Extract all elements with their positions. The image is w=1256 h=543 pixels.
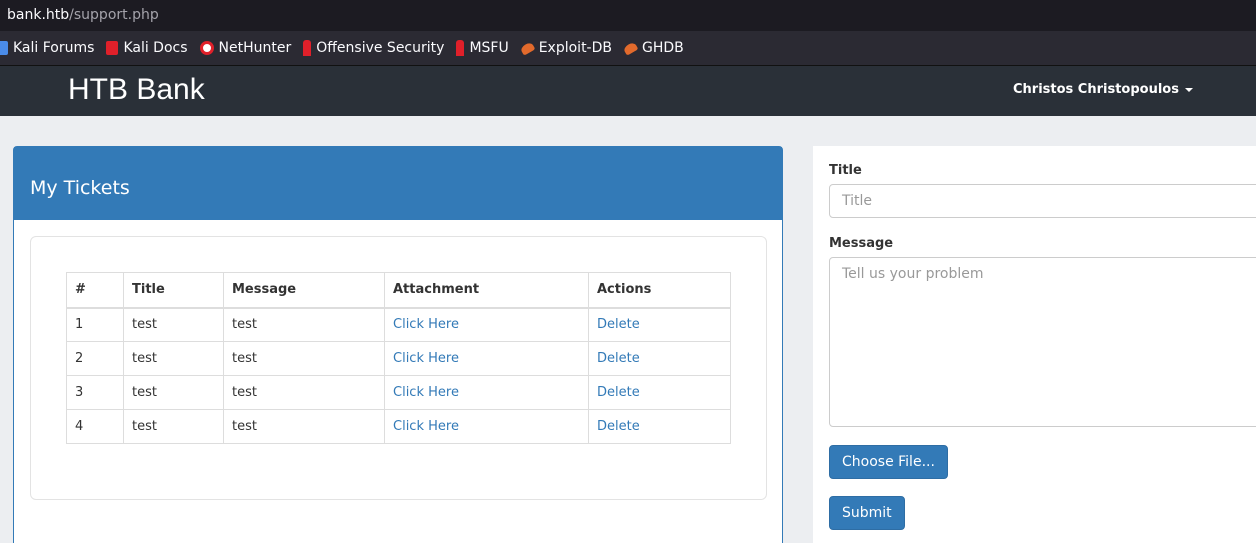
ticket-message: test [223,307,385,342]
user-menu[interactable]: Christos Christopoulos [1013,82,1193,97]
column-header: Title [123,272,224,309]
attachment-link[interactable]: Click Here [393,317,459,332]
url-path: /support.php [69,7,159,23]
bookmark-ghdb[interactable]: GHDB [622,40,684,56]
msfu-icon [456,40,465,56]
column-header: Message [223,272,385,309]
site-navbar: HTB Bank Christos Christopoulos [0,66,1256,116]
table-row: 2 test test Click Here Delete [66,341,731,376]
bookmark-exploit-db[interactable]: Exploit-DB [519,40,612,56]
title-input[interactable]: Title [829,184,1256,218]
user-name: Christos Christopoulos [1013,82,1179,97]
kali-docs-icon [106,41,119,55]
bookmark-kali-docs[interactable]: Kali Docs [106,40,188,56]
submit-button[interactable]: Submit [829,496,905,530]
address-bar[interactable]: bank.htb/support.php [0,0,1256,31]
choose-file-button[interactable]: Choose File... [829,445,948,479]
nethunter-icon [199,41,214,55]
bookmark-label: Kali Forums [13,40,95,56]
new-ticket-form: Title Title Message Tell us your problem… [813,146,1256,543]
tickets-panel: My Tickets # Title Message Attachment Ac… [13,146,783,543]
bookmark-offensive-security[interactable]: Offensive Security [303,40,444,56]
ticket-title: test [123,341,224,376]
bookmarks-toolbar: Kali Forums Kali Docs NetHunter Offensiv… [0,31,1256,66]
ticket-number: 4 [66,409,124,444]
ticket-message: test [223,341,385,376]
attachment-link[interactable]: Click Here [393,419,459,434]
bookmark-kali-forums[interactable]: Kali Forums [0,40,94,56]
table-row: 4 test test Click Here Delete [66,409,731,444]
delete-link[interactable]: Delete [597,317,640,332]
ticket-number: 2 [66,341,124,376]
brand-logo[interactable]: HTB Bank [68,73,205,107]
caret-down-icon [1184,87,1193,92]
kali-forums-icon [0,41,8,55]
delete-link[interactable]: Delete [597,385,640,400]
table-header-row: # Title Message Attachment Actions [66,272,731,309]
exploit-db-icon [519,40,536,56]
ticket-message: test [223,375,385,410]
table-row: 1 test test Click Here Delete [66,307,731,342]
title-label: Title [829,163,862,178]
message-label: Message [829,236,894,251]
ghdb-icon [622,40,639,56]
attachment-link[interactable]: Click Here [393,385,459,400]
ticket-title: test [123,409,224,444]
bookmark-label: Kali Docs [123,40,188,56]
offsec-icon [303,40,312,56]
table-row: 3 test test Click Here Delete [66,375,731,410]
ticket-message: test [223,409,385,444]
ticket-title: test [123,307,224,342]
delete-link[interactable]: Delete [597,351,640,366]
bookmark-label: Exploit-DB [538,40,612,56]
column-header: Attachment [384,272,589,309]
bookmark-label: NetHunter [218,40,292,56]
tickets-table: # Title Message Attachment Actions 1 tes… [66,272,731,444]
bookmark-msfu[interactable]: MSFU [456,40,509,56]
url-host: bank.htb [7,7,70,23]
delete-link[interactable]: Delete [597,419,640,434]
bookmark-label: Offensive Security [316,40,445,56]
ticket-number: 3 [66,375,124,410]
bookmark-label: GHDB [642,40,684,56]
ticket-title: test [123,375,224,410]
bookmark-nethunter[interactable]: NetHunter [199,40,292,56]
tickets-container: # Title Message Attachment Actions 1 tes… [30,236,767,500]
column-header: Actions [588,272,731,309]
message-textarea[interactable]: Tell us your problem [829,257,1256,427]
panel-title: My Tickets [14,147,782,220]
ticket-number: 1 [66,307,124,342]
attachment-link[interactable]: Click Here [393,351,459,366]
column-header: # [66,272,124,309]
bookmark-label: MSFU [469,40,509,56]
